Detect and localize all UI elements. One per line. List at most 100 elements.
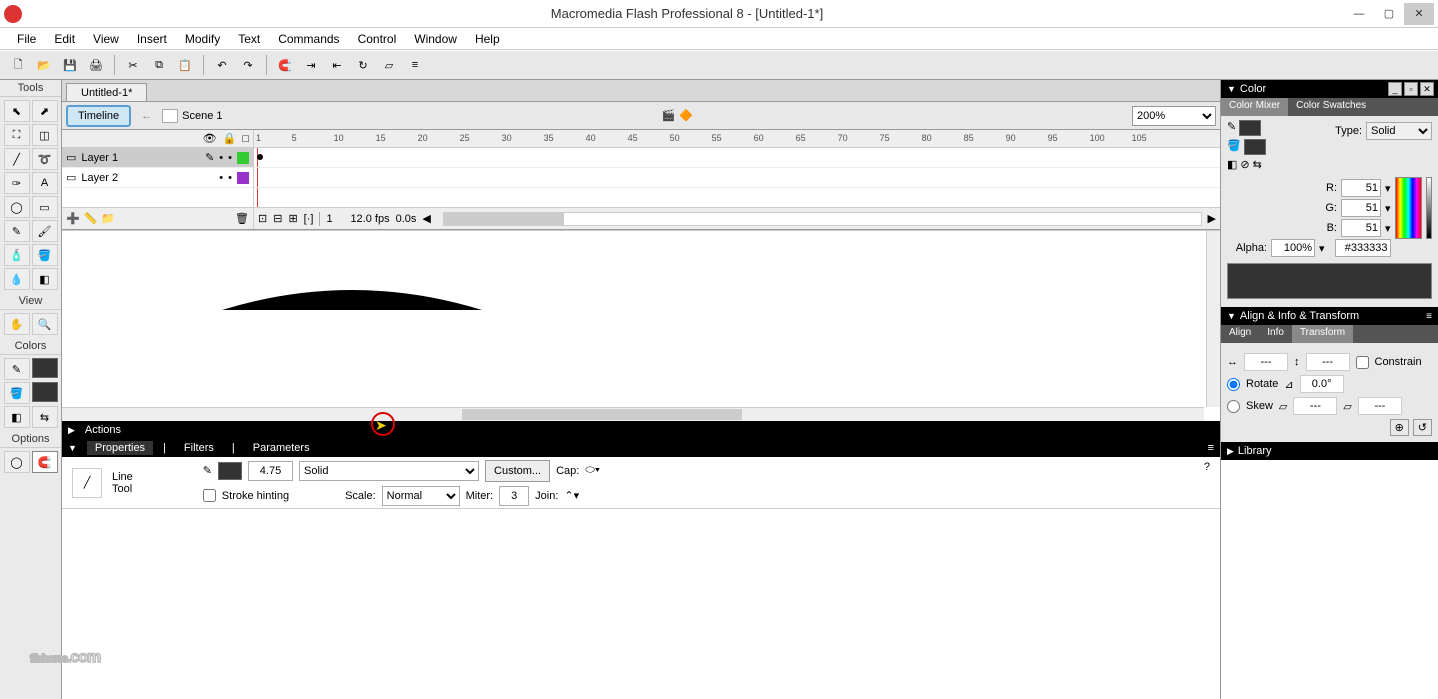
filters-tab[interactable]: Filters [176, 441, 222, 455]
join-icon[interactable]: ⌃▾ [564, 489, 579, 502]
oval-tool[interactable]: ◯ [4, 196, 30, 218]
rotate-button[interactable]: ↻ [351, 53, 375, 77]
hand-tool[interactable]: ✋ [4, 313, 30, 335]
document-tab[interactable]: Untitled-1* [66, 83, 147, 101]
back-button[interactable]: ← [135, 110, 158, 122]
skew-v-input[interactable] [1358, 397, 1402, 415]
align-tab[interactable]: Align [1221, 325, 1259, 343]
copy-button[interactable]: ⧉ [147, 53, 171, 77]
info-tab[interactable]: Info [1259, 325, 1292, 343]
reset-transform-button[interactable]: ↺ [1413, 419, 1432, 436]
menu-modify[interactable]: Modify [176, 29, 229, 49]
rotate-radio[interactable] [1227, 378, 1240, 391]
lock-icon[interactable]: 🔒 [223, 132, 237, 145]
align-button[interactable]: ≡ [403, 53, 427, 77]
swap-icon[interactable]: ⇆ [1253, 158, 1262, 171]
swap-colors-button[interactable]: ⇆ [32, 406, 58, 428]
menu-window[interactable]: Window [405, 29, 466, 49]
eyedropper-tool[interactable]: 💧 [4, 268, 30, 290]
library-panel-header[interactable]: ▶Library [1221, 442, 1438, 460]
menu-control[interactable]: Control [349, 29, 406, 49]
parameters-tab[interactable]: Parameters [245, 441, 318, 455]
outline-icon[interactable]: □ [242, 133, 249, 145]
delete-layer-button[interactable]: 🗑 [235, 212, 249, 225]
stroke-width-input[interactable] [248, 461, 293, 481]
layer-color[interactable] [237, 172, 249, 184]
g-input[interactable] [1341, 199, 1381, 217]
stroke-swatch[interactable] [1239, 120, 1261, 136]
fill-swatch[interactable] [1244, 139, 1266, 155]
layer-color[interactable] [237, 152, 249, 164]
add-layer-button[interactable]: ➕ [66, 212, 80, 225]
default-colors-icon[interactable]: ◧ [1227, 158, 1237, 171]
selection-tool[interactable]: ⬉ [4, 100, 30, 122]
edit-multiple-button[interactable]: [·] [304, 213, 314, 225]
onion-skin-button[interactable]: ⊟ [273, 212, 282, 225]
brightness-slider[interactable] [1426, 177, 1432, 239]
stroke-style-select[interactable]: Solid [299, 461, 479, 481]
panel-options-icon[interactable]: ≡ [1426, 311, 1432, 322]
open-button[interactable]: 📂 [32, 53, 56, 77]
pen-tool[interactable]: ✑ [4, 172, 30, 194]
stage-hscrollbar[interactable] [62, 407, 1204, 421]
stage-vscrollbar[interactable] [1206, 231, 1220, 407]
skew-h-input[interactable] [1293, 397, 1337, 415]
dot-icon[interactable]: • [219, 152, 223, 164]
menu-insert[interactable]: Insert [128, 29, 176, 49]
height-input[interactable] [1306, 353, 1350, 371]
paste-button[interactable]: 📋 [173, 53, 197, 77]
menu-edit[interactable]: Edit [45, 29, 84, 49]
panel-options-icon[interactable]: ≡ [1208, 442, 1214, 454]
undo-button[interactable]: ↶ [210, 53, 234, 77]
cap-icon[interactable]: ⬭▾ [585, 464, 600, 477]
scene-name[interactable]: Scene 1 [182, 110, 222, 122]
option-snap[interactable]: 🧲 [32, 451, 58, 473]
option-object-drawing[interactable]: ◯ [4, 451, 30, 473]
spinner-icon[interactable]: ▾ [1319, 242, 1325, 255]
scale-select[interactable]: Normal [382, 486, 460, 506]
redo-button[interactable]: ↷ [236, 53, 260, 77]
spinner-icon[interactable]: ▾ [1385, 202, 1391, 215]
menu-file[interactable]: File [8, 29, 45, 49]
doc-minimize-button[interactable]: _ [1388, 82, 1402, 96]
free-transform-tool[interactable]: ⛶ [4, 124, 30, 146]
custom-stroke-button[interactable]: Custom... [485, 460, 550, 482]
eye-icon[interactable]: 👁 [203, 132, 217, 145]
actions-panel-header[interactable]: ▶ Actions [62, 421, 1220, 439]
dot-icon[interactable]: • [219, 172, 223, 184]
lasso-tool[interactable]: ➰ [32, 148, 58, 170]
miter-input[interactable] [499, 486, 529, 506]
fill-type-select[interactable]: Solid [1366, 122, 1432, 140]
copy-transform-button[interactable]: ⊕ [1390, 419, 1409, 436]
scrub-right-button[interactable]: ▶ [1208, 212, 1216, 225]
constrain-checkbox[interactable] [1356, 356, 1369, 369]
spinner-icon[interactable]: ▾ [1385, 182, 1391, 195]
save-button[interactable]: 💾 [58, 53, 82, 77]
frame-scrollbar[interactable] [443, 212, 1202, 226]
fill-color-swatch[interactable] [32, 382, 58, 402]
stroke-swatch[interactable] [218, 462, 242, 480]
zoom-select[interactable]: 200% [1132, 106, 1216, 126]
rectangle-tool[interactable]: ▭ [32, 196, 58, 218]
brush-tool[interactable]: 🖌 [32, 220, 58, 242]
subselection-tool[interactable]: ⬈ [32, 100, 58, 122]
skew-button[interactable]: ⏥ [377, 53, 401, 77]
add-guide-button[interactable]: 📏 [84, 212, 98, 225]
color-picker[interactable] [1395, 177, 1422, 239]
color-swatches-tab[interactable]: Color Swatches [1288, 98, 1374, 116]
align-panel-header[interactable]: ▼Align & Info & Transform ≡ [1221, 307, 1438, 325]
layer-row[interactable]: ▭Layer 1✎•• [62, 148, 253, 168]
menu-view[interactable]: View [84, 29, 128, 49]
help-icon[interactable]: ? [1204, 461, 1210, 473]
hex-input[interactable] [1335, 239, 1391, 257]
edit-scene-icon[interactable]: 🎬 [662, 109, 676, 122]
close-button[interactable]: ✕ [1404, 3, 1434, 25]
spinner-icon[interactable]: ▾ [1385, 222, 1391, 235]
r-input[interactable] [1341, 179, 1381, 197]
frames-area[interactable] [254, 148, 1220, 207]
ink-bottle-tool[interactable]: 🧴 [4, 244, 30, 266]
b-input[interactable] [1341, 219, 1381, 237]
menu-commands[interactable]: Commands [269, 29, 348, 49]
width-input[interactable] [1244, 353, 1288, 371]
scrub-left-button[interactable]: ◀ [422, 212, 430, 225]
